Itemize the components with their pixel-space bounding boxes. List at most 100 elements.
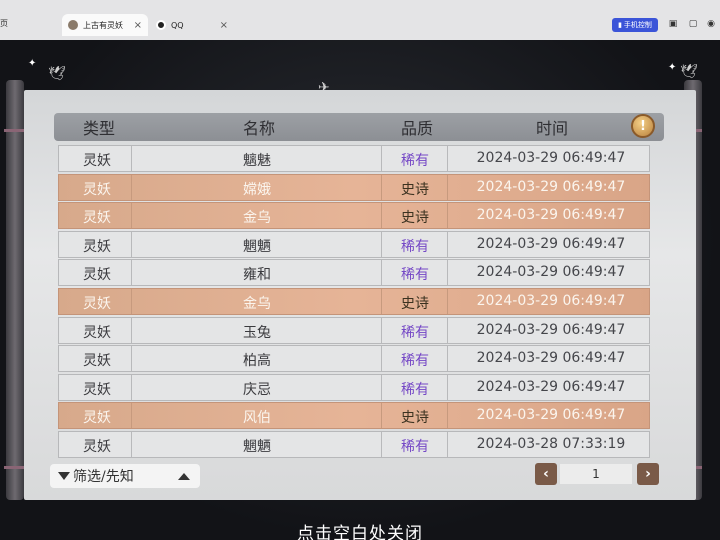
column-divider [131, 432, 132, 457]
prev-page-button[interactable]: ‹ [535, 463, 557, 485]
table-row: 灵妖 风伯 史诗 2024-03-29 06:49:47 [58, 402, 650, 430]
cell-time: 2024-03-29 06:49:47 [476, 293, 626, 309]
column-divider [131, 203, 132, 229]
table-row: 灵妖 金乌 史诗 2024-03-29 06:49:47 [58, 202, 650, 230]
close-icon[interactable]: × [134, 20, 142, 31]
column-divider [381, 346, 382, 372]
sparkle-icon: ✦ [668, 62, 677, 73]
filter-dropdown[interactable]: 筛选/先知 [50, 464, 200, 488]
tab-game-label: 上古有灵妖 [83, 20, 123, 30]
filter-icon [58, 472, 70, 480]
cell-name: 金乌 [243, 296, 271, 312]
game-favicon-icon [68, 20, 78, 30]
column-divider [131, 317, 132, 343]
cell-quality: 史诗 [401, 181, 429, 198]
tab-qq[interactable]: QQ × [150, 14, 234, 36]
column-divider [381, 289, 382, 314]
record-icon[interactable]: ◉ [706, 19, 716, 29]
cell-quality: 史诗 [401, 410, 429, 427]
column-divider [447, 203, 448, 229]
cell-quality: 稀有 [401, 381, 429, 398]
cell-name: 魍魉 [243, 238, 271, 255]
column-divider [381, 374, 382, 400]
cell-type: 灵妖 [83, 267, 111, 284]
info-icon[interactable]: ! [631, 114, 655, 138]
cell-name: 玉兔 [243, 324, 271, 341]
chevron-up-icon [178, 472, 190, 480]
column-divider [447, 403, 448, 429]
cell-type: 灵妖 [83, 210, 111, 227]
table-row: 灵妖 魑魅 稀有 2024-03-29 06:49:47 [58, 145, 650, 172]
column-divider [447, 317, 448, 343]
column-divider [381, 260, 382, 286]
cell-type: 灵妖 [83, 439, 111, 455]
column-divider [447, 260, 448, 286]
header-time: 时间 [535, 119, 569, 138]
partial-tab-label: 页 [0, 19, 8, 28]
table-row: 灵妖 雍和 稀有 2024-03-29 06:49:47 [58, 259, 650, 287]
column-divider [131, 289, 132, 314]
close-hint[interactable]: 点击空白处关闭 [297, 519, 423, 540]
cell-quality: 史诗 [401, 296, 429, 312]
cell-quality: 稀有 [401, 324, 429, 341]
browser-tab-bar: 页 上古有灵妖 × QQ × ▮ 手机控制 ▣ ▢ ◉ [0, 0, 720, 40]
column-divider [381, 231, 382, 257]
qq-penguin-icon [156, 20, 166, 30]
table-row: 灵妖 魍魉 稀有 2024-03-29 06:49:47 [58, 230, 650, 258]
cell-type: 灵妖 [83, 353, 111, 370]
bird-icon: 🕊 [680, 64, 698, 80]
cell-quality: 稀有 [401, 153, 429, 169]
header-name: 名称 [242, 119, 276, 138]
cell-time: 2024-03-29 06:49:47 [476, 178, 626, 195]
page-number: 1 [560, 464, 632, 484]
column-divider [447, 174, 448, 200]
cell-time: 2024-03-29 06:49:47 [476, 264, 626, 281]
cell-name: 庆忌 [243, 381, 271, 398]
cell-quality: 稀有 [401, 238, 429, 255]
cell-type: 灵妖 [83, 410, 111, 427]
column-divider [447, 146, 448, 171]
cell-type: 灵妖 [83, 181, 111, 198]
cell-time: 2024-03-29 06:49:47 [476, 350, 626, 367]
gamepad-icon[interactable]: ▣ [668, 19, 678, 29]
table-row: 灵妖 庆忌 稀有 2024-03-29 06:49:47 [58, 373, 650, 401]
next-page-button[interactable]: › [637, 463, 659, 485]
column-divider [131, 403, 132, 429]
column-divider [381, 174, 382, 200]
column-divider [381, 203, 382, 229]
cell-quality: 史诗 [401, 210, 429, 227]
column-divider [447, 374, 448, 400]
tab-qq-label: QQ [171, 20, 184, 30]
screen-icon[interactable]: ▢ [688, 19, 698, 29]
mobile-control-button[interactable]: ▮ 手机控制 [612, 18, 658, 32]
cell-time: 2024-03-29 06:49:47 [476, 407, 626, 424]
mobile-icon: ▮ [618, 21, 622, 29]
cell-name: 金乌 [243, 210, 271, 227]
column-divider [381, 146, 382, 171]
sparkle-icon: ✦ [28, 58, 37, 69]
column-divider [131, 374, 132, 400]
table-row: 灵妖 魍魉 稀有 2024-03-28 07:33:19 [58, 431, 650, 458]
cell-name: 魑魅 [243, 153, 271, 169]
column-divider [131, 174, 132, 200]
column-divider [131, 346, 132, 372]
table-row: 灵妖 柏高 稀有 2024-03-29 06:49:47 [58, 345, 650, 373]
cell-type: 灵妖 [83, 296, 111, 312]
column-divider [131, 231, 132, 257]
cell-time: 2024-03-28 07:33:19 [476, 436, 626, 452]
close-icon[interactable]: × [220, 20, 228, 31]
column-divider [447, 432, 448, 457]
cell-time: 2024-03-29 06:49:47 [476, 207, 626, 224]
cell-quality: 稀有 [401, 439, 429, 455]
cell-name: 嫦娥 [243, 181, 271, 198]
column-divider [447, 346, 448, 372]
tab-game[interactable]: 上古有灵妖 × [62, 14, 148, 36]
header-type: 类型 [82, 119, 116, 138]
header-quality: 品质 [400, 119, 434, 138]
cell-name: 雍和 [243, 267, 271, 284]
cell-time: 2024-03-29 06:49:47 [476, 150, 626, 166]
cell-type: 灵妖 [83, 324, 111, 341]
cell-quality: 稀有 [401, 267, 429, 284]
column-divider [447, 231, 448, 257]
cell-name: 风伯 [243, 410, 271, 427]
